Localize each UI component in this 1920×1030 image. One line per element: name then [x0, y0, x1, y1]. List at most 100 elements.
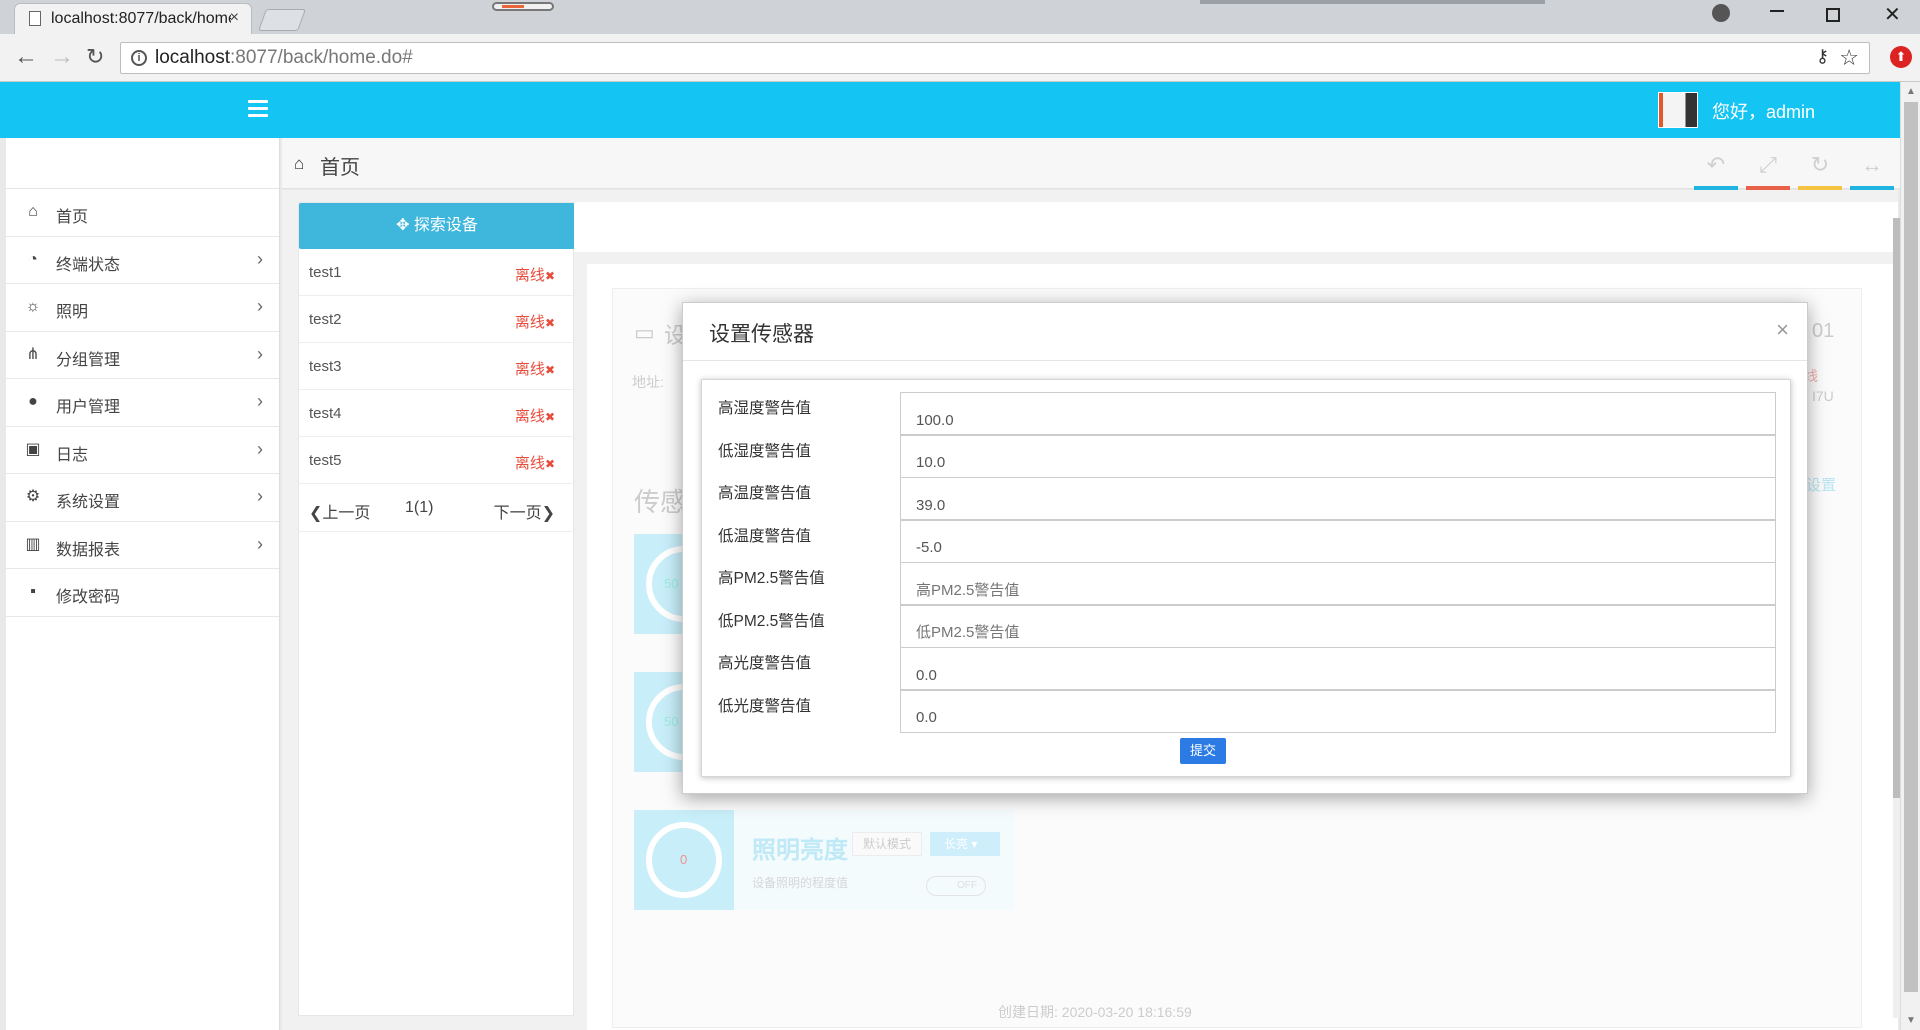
menu-toggle-icon[interactable] — [248, 100, 268, 118]
device-id-fragment: 01 — [1812, 320, 1835, 342]
close-icon[interactable]: × — [1776, 317, 1789, 343]
prev-page-button[interactable]: ❮上一页 — [309, 499, 370, 523]
threshold-input[interactable] — [900, 434, 1776, 478]
browser-toolbar: ← → ↻ i localhost:8077/back/home.do# ⚷ ☆… — [0, 34, 1920, 82]
browser-tab[interactable]: localhost:8077/back/home.do# × — [14, 3, 252, 34]
form-row: 低光度警告值 — [702, 689, 1792, 733]
sidebar-item[interactable]: ◔ 终端状态 › — [6, 237, 279, 284]
sidebar-item[interactable]: ⋔ 分组管理 › — [6, 332, 279, 379]
light-select[interactable]: 长亮 ▾ — [930, 832, 1000, 856]
minimize-icon[interactable] — [1770, 10, 1784, 12]
scroll-down-icon[interactable]: ▼ — [1906, 1015, 1916, 1026]
tab-close-icon[interactable]: × — [230, 9, 239, 27]
threshold-input[interactable] — [900, 392, 1776, 435]
page-scrollbar[interactable]: ▲ ▼ — [1900, 82, 1920, 1030]
form-row: 低温度警告值 — [702, 519, 1792, 563]
content-scrollbar[interactable] — [1893, 218, 1900, 1018]
device-row[interactable]: test4 离线✖ — [299, 390, 575, 437]
site-info-icon[interactable]: i — [131, 50, 147, 66]
scrollbar-thumb[interactable] — [1904, 102, 1918, 992]
sidebar-item-label: 首页 — [56, 209, 89, 226]
restore-icon[interactable] — [1826, 8, 1840, 22]
forward-icon[interactable]: → — [50, 44, 74, 70]
sidebar-item[interactable]: ▥ 数据报表 › — [6, 522, 279, 569]
explore-label: 探索设备 — [413, 217, 478, 234]
sidebar-item[interactable]: ☼ 照明 › — [6, 284, 279, 332]
field-label: 低PM2.5警告值 — [718, 612, 825, 630]
light-mode-button[interactable]: 默认模式 — [852, 832, 922, 856]
form-row: 低湿度警告值 — [702, 434, 1792, 478]
device-name: test2 — [309, 311, 342, 328]
field-label: 低光度警告值 — [718, 697, 812, 715]
device-status-text: 离线 — [514, 267, 545, 284]
device-row[interactable]: test3 离线✖ — [299, 343, 575, 390]
sensor-form: 高湿度警告值低湿度警告值高温度警告值低温度警告值高PM2.5警告值低PM2.5警… — [701, 379, 1791, 777]
offline-x-icon: ✖ — [544, 410, 555, 424]
lightbulb-icon: ☼ — [25, 298, 41, 315]
threshold-input[interactable] — [900, 562, 1776, 605]
field-label: 高光度警告值 — [718, 655, 812, 672]
field-label: 高PM2.5警告值 — [718, 570, 825, 587]
home-icon: ⌂ — [28, 203, 38, 220]
threshold-input[interactable] — [900, 477, 1776, 520]
device-status-text: 离线 — [514, 455, 545, 472]
device-row[interactable]: test2 离线✖ — [299, 296, 575, 343]
threshold-input[interactable] — [900, 604, 1776, 648]
device-status: 离线✖ — [515, 452, 555, 473]
threshold-input[interactable] — [900, 689, 1776, 733]
bookmark-star-icon[interactable]: ☆ — [1839, 45, 1859, 71]
user-greeting[interactable]: 您好，admin — [1712, 98, 1815, 124]
window-indicator — [492, 2, 554, 11]
chevron-right-icon: › — [257, 248, 263, 269]
form-row: 高湿度警告值 — [702, 392, 1792, 435]
sidebar: ⌂ 首页 ◔ 终端状态 › ☼ 照明 › ⋔ 分组管理 › ● 用户管理 › ▣ 日志 › ⚙ 系统设置 › ▥ 数据报表… — [6, 138, 280, 1030]
device-row[interactable]: test5 离线✖ — [299, 437, 575, 484]
sidebar-item[interactable]: ▣ 日志 › — [6, 427, 279, 474]
extension-icon[interactable]: ⬆ — [1890, 46, 1912, 68]
next-page-label: 下一页 — [493, 505, 542, 522]
submit-button[interactable]: 提交 — [1180, 738, 1226, 764]
profile-icon[interactable] — [1712, 4, 1730, 22]
offline-x-icon: ✖ — [544, 457, 555, 471]
next-page-button[interactable]: 下一页❯ — [494, 499, 555, 523]
offline-x-icon: ✖ — [544, 316, 555, 330]
lock-icon: ▪ — [30, 583, 36, 600]
sidebar-item[interactable]: ● 用户管理 › — [6, 379, 279, 427]
expand-icon[interactable]: ⤢ — [1746, 152, 1790, 190]
avatar[interactable] — [1658, 92, 1698, 128]
threshold-input[interactable] — [900, 647, 1776, 690]
device-name: test5 — [309, 452, 342, 469]
sidebar-item[interactable]: ⌂ 首页 — [6, 189, 279, 237]
refresh-icon[interactable]: ↻ — [1798, 152, 1842, 190]
light-toggle[interactable]: OFF — [926, 876, 986, 896]
new-tab-button[interactable] — [257, 9, 307, 31]
arrows-horizontal-icon[interactable]: ↔ — [1850, 152, 1894, 190]
page-favicon-icon — [29, 11, 41, 26]
device-status: 离线✖ — [515, 311, 555, 332]
breadcrumb-label: 首页 — [320, 157, 360, 179]
home-icon: ⌂ — [294, 154, 305, 173]
device-row[interactable]: test1 离线✖ — [299, 249, 575, 296]
sidebar-item[interactable]: ▪ 修改密码 — [6, 569, 279, 617]
reply-icon[interactable]: ↶ — [1694, 152, 1738, 190]
settings-fragment: 设置 — [1806, 477, 1837, 494]
sidebar-item-label: 照明 — [56, 304, 89, 321]
url-text: localhost:8077/back/home.do# — [155, 47, 413, 69]
address-bar[interactable]: i localhost:8077/back/home.do# ⚷ ☆ — [120, 42, 1870, 74]
sidebar-item[interactable]: ⚙ 系统设置 › — [6, 474, 279, 522]
chevron-right-icon: › — [257, 438, 263, 459]
reload-icon[interactable]: ↻ — [86, 44, 104, 70]
explore-devices-button[interactable]: ✥ 探索设备 — [299, 203, 575, 249]
form-row: 高PM2.5警告值 — [702, 562, 1792, 605]
threshold-input[interactable] — [900, 519, 1776, 563]
device-status: 离线✖ — [515, 264, 555, 285]
browser-tab-title: localhost:8077/back/home.do# — [51, 10, 231, 27]
gears-icon: ⚙ — [25, 488, 41, 505]
sidebar-item-label: 修改密码 — [56, 589, 121, 606]
back-icon[interactable]: ← — [14, 44, 38, 70]
created-date: 创建日期: 2020-03-20 18:16:59 — [998, 1004, 1192, 1020]
window-close-icon[interactable]: ✕ — [1884, 2, 1901, 27]
breadcrumb: ⌂ 首页 ↶ ⤢ ↻ ↔ — [282, 138, 1900, 190]
scroll-up-icon[interactable]: ▲ — [1906, 86, 1916, 97]
key-icon[interactable]: ⚷ — [1816, 46, 1829, 67]
